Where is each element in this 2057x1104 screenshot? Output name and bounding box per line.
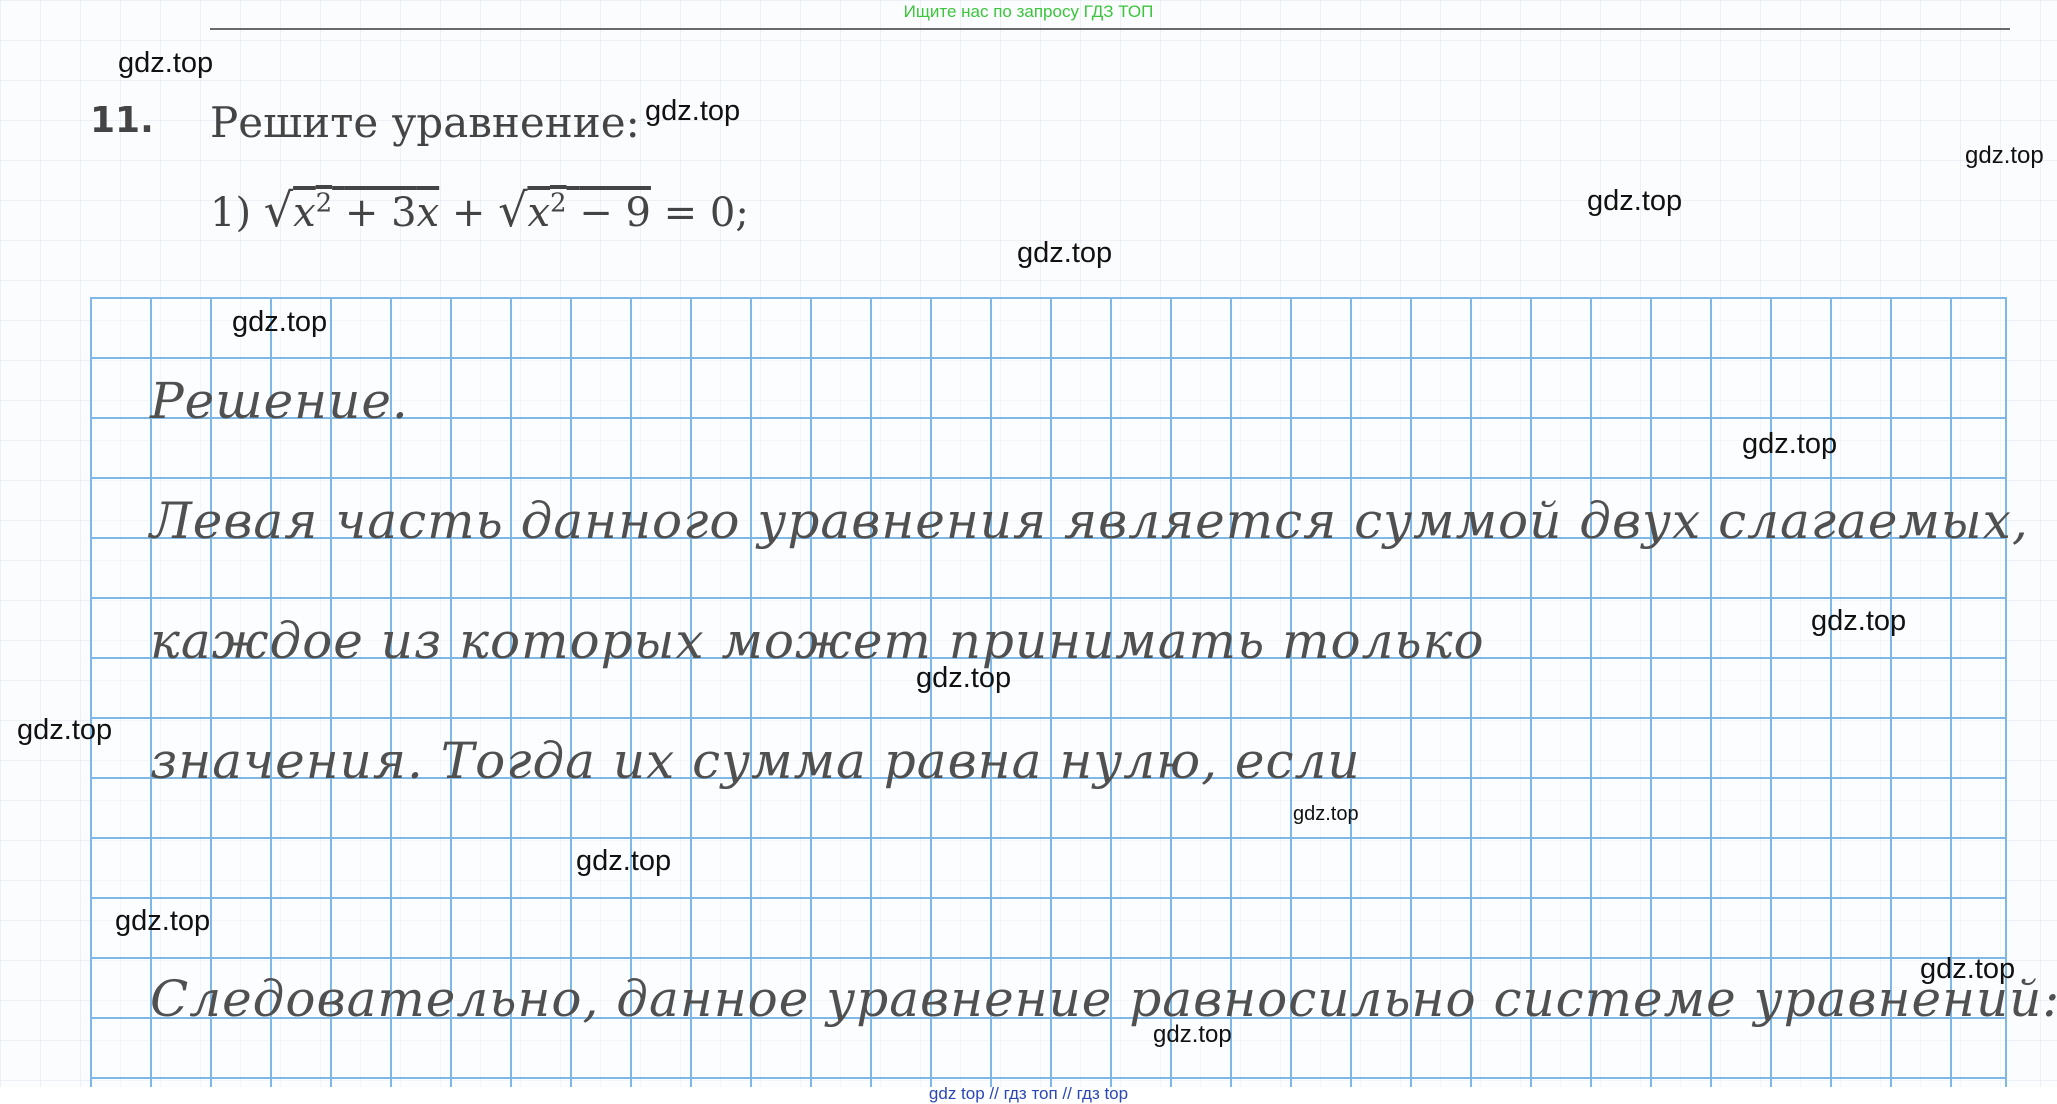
- solution-line-3: значения. Тогда их сумма равна нулю, есл…: [150, 732, 1361, 790]
- watermark: gdz.top: [1153, 1021, 1232, 1048]
- watermark: gdz.top: [118, 47, 214, 79]
- solution-line-1: Левая часть данного уравнения является с…: [150, 492, 2029, 550]
- radicand-1-tail: + 3: [344, 190, 417, 236]
- watermark: gdz.top: [1587, 185, 1683, 217]
- solution-heading: Решение.: [150, 372, 409, 430]
- equation-plus: +: [451, 190, 486, 236]
- watermark: gdz.top: [1293, 803, 1359, 825]
- radicand-1-x2: x: [416, 190, 440, 236]
- radicand-2-square: 2: [550, 188, 567, 219]
- watermark: gdz.top: [1811, 605, 1907, 637]
- equation-item-number: 1): [210, 190, 252, 236]
- equation-rhs: = 0;: [663, 190, 749, 236]
- watermark: gdz.top: [1017, 237, 1113, 269]
- watermark: gdz.top: [576, 845, 672, 877]
- radicand-1: x2 + 3x: [293, 188, 440, 236]
- watermark: gdz.top: [916, 662, 1012, 694]
- watermark: gdz.top: [232, 306, 328, 338]
- watermark: gdz.top: [1965, 142, 2044, 169]
- task-title: Решите уравнение:: [210, 98, 640, 147]
- radicand-1-x: x: [293, 190, 316, 236]
- radical-sign-2: √: [498, 183, 528, 237]
- watermark: gdz.top: [1920, 953, 2016, 985]
- task-number: 11.: [90, 100, 154, 141]
- notebook-page: Ищите нас по запросу ГДЗ ТОП 11. Решите …: [0, 0, 2057, 1104]
- footer-text[interactable]: gdz top // гдз топ // гдз top: [0, 1084, 2057, 1104]
- watermark: gdz.top: [17, 714, 113, 746]
- solution-line-2: каждое из которых может принимать только: [150, 612, 1485, 670]
- radicand-2-x: x: [527, 190, 550, 236]
- solution-line-4: Следовательно, данное уравнение равносил…: [150, 970, 2057, 1028]
- watermark: gdz.top: [1742, 428, 1838, 460]
- watermark: gdz.top: [645, 95, 741, 127]
- watermark: gdz.top: [115, 905, 211, 937]
- top-rule: [210, 28, 2010, 30]
- radicand-2: x2 − 9: [527, 188, 651, 236]
- radical-sign-1: √: [263, 183, 294, 237]
- radicand-1-square: 2: [315, 188, 333, 219]
- banner-text[interactable]: Ищите нас по запросу ГДЗ ТОП: [0, 2, 2057, 22]
- radicand-2-tail: − 9: [579, 190, 651, 236]
- task-equation: 1) √x2 + 3x + √x2 − 9 = 0;: [210, 183, 749, 237]
